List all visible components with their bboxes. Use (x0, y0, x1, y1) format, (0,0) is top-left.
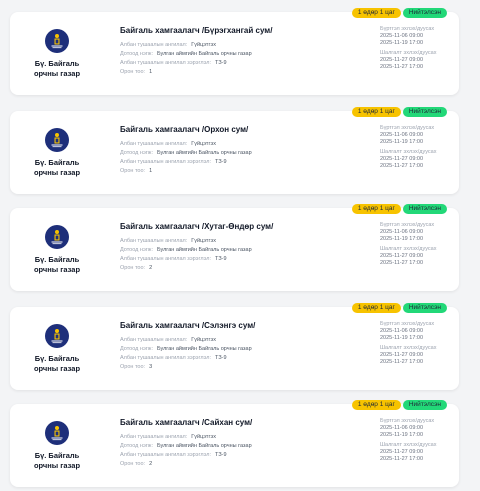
registration-end: 2025-11-19 17:00 (380, 432, 424, 438)
count-row: Орон тоо: 1 (120, 69, 153, 75)
exam-label: Шалгалт эхлэх/дуусах (380, 345, 437, 351)
rank-row: Албан тушаалын ангилал зэрэглэл: ТЗ-9 (120, 256, 227, 262)
registration-label: Бүртгэл эхлэх/дуусах (380, 125, 435, 131)
organization-name: Бү. Байгаль орчны газар (33, 158, 81, 177)
count-row: Орон тоо: 2 (120, 265, 153, 271)
card-badges: 1 өдөр 1 цаг Нийтэлсэн (351, 400, 447, 410)
rank-row: Албан тушаалын ангилал зэрэглэл: ТЗ-9 (120, 452, 227, 458)
job-title[interactable]: Байгаль хамгаалагч /Сэлэнгэ сум/ (120, 321, 255, 330)
status-badge: Нийтэлсэн (402, 303, 447, 313)
job-details: Албан тушаалын ангилал: Гүйцэтгэх Дотоод … (120, 336, 252, 372)
emblem-icon (45, 421, 69, 445)
organization-name: Бү. Байгаль орчны газар (33, 451, 81, 470)
job-card[interactable]: 1 өдөр 1 цаг Нийтэлсэн Бү. Байгаль орчны… (10, 204, 459, 291)
rank-row: Албан тушаалын ангилал зэрэглэл: ТЗ-9 (120, 159, 227, 165)
time-left-badge: 1 өдөр 1 цаг (351, 8, 401, 18)
emblem-icon (45, 29, 69, 53)
job-title[interactable]: Байгаль хамгаалагч /Орхон сум/ (120, 125, 248, 134)
exam-label: Шалгалт эхлэх/дуусах (380, 442, 437, 448)
exam-start: 2025-11-27 09:00 (380, 156, 424, 162)
count-row: Орон тоо: 3 (120, 364, 153, 370)
organization-name: Бү. Байгаль орчны газар (33, 59, 81, 78)
job-details: Албан тушаалын ангилал: Гүйцэтгэх Дотоод … (120, 237, 252, 273)
status-badge: Нийтэлсэн (402, 204, 447, 214)
registration-end: 2025-11-19 17:00 (380, 236, 424, 242)
card-badges: 1 өдөр 1 цаг Нийтэлсэн (351, 8, 447, 18)
unit-row: Дотоод нэгж: Булган аймгийн Байгаль орчны… (120, 51, 252, 57)
exam-start: 2025-11-27 09:00 (380, 449, 424, 455)
registration-label: Бүртгэл эхлэх/дуусах (380, 26, 435, 32)
exam-start: 2025-11-27 09:00 (380, 352, 424, 358)
job-card[interactable]: 1 өдөр 1 цаг Нийтэлсэн Бү. Байгаль орчны… (10, 400, 459, 487)
registration-start: 2025-11-06 09:00 (380, 132, 424, 138)
job-details: Албан тушаалын ангилал: Гүйцэтгэх Дотоод … (120, 140, 252, 176)
job-details: Албан тушаалын ангилал: Гүйцэтгэх Дотоод … (120, 41, 252, 77)
organization-name: Бү. Байгаль орчны газар (33, 354, 81, 373)
staff-type-row: Албан тушаалын ангилал: Гүйцэтгэх (120, 141, 216, 147)
unit-row: Дотоод нэгж: Булган аймгийн Байгаль орчны… (120, 443, 252, 449)
emblem-icon (45, 225, 69, 249)
job-title[interactable]: Байгаль хамгаалагч /Сайхан сум/ (120, 418, 252, 427)
schedule: Бүртгэл эхлэх/дуусах 2025-11-06 09:00 20… (380, 222, 436, 267)
registration-label: Бүртгэл эхлэх/дуусах (380, 321, 435, 327)
card-badges: 1 өдөр 1 цаг Нийтэлсэн (351, 107, 447, 117)
emblem-icon (45, 128, 69, 152)
rank-row: Албан тушаалын ангилал зэрэглэл: ТЗ-9 (120, 60, 227, 66)
job-card[interactable]: 1 өдөр 1 цаг Нийтэлсэн Бү. Байгаль орчны… (10, 303, 459, 390)
registration-start: 2025-11-06 09:00 (380, 425, 424, 431)
staff-type-row: Албан тушаалын ангилал: Гүйцэтгэх (120, 337, 216, 343)
exam-end: 2025-11-27 17:00 (380, 456, 424, 462)
staff-type-row: Албан тушаалын ангилал: Гүйцэтгэх (120, 434, 216, 440)
registration-label: Бүртгэл эхлэх/дуусах (380, 222, 435, 228)
organization-name: Бү. Байгаль орчны газар (33, 255, 81, 274)
job-card[interactable]: 1 өдөр 1 цаг Нийтэлсэн Бү. Байгаль орчны… (10, 107, 459, 194)
exam-end: 2025-11-27 17:00 (380, 64, 424, 70)
schedule: Бүртгэл эхлэх/дуусах 2025-11-06 09:00 20… (380, 418, 436, 463)
unit-row: Дотоод нэгж: Булган аймгийн Байгаль орчны… (120, 247, 252, 253)
registration-end: 2025-11-19 17:00 (380, 139, 424, 145)
registration-start: 2025-11-06 09:00 (380, 328, 424, 334)
card-badges: 1 өдөр 1 цаг Нийтэлсэн (351, 303, 447, 313)
exam-label: Шалгалт эхлэх/дуусах (380, 50, 437, 56)
status-badge: Нийтэлсэн (402, 400, 447, 410)
unit-row: Дотоод нэгж: Булган аймгийн Байгаль орчны… (120, 150, 252, 156)
count-row: Орон тоо: 1 (120, 168, 153, 174)
registration-label: Бүртгэл эхлэх/дуусах (380, 418, 435, 424)
registration-start: 2025-11-06 09:00 (380, 33, 424, 39)
exam-start: 2025-11-27 09:00 (380, 253, 424, 259)
exam-end: 2025-11-27 17:00 (380, 359, 424, 365)
registration-end: 2025-11-19 17:00 (380, 335, 424, 341)
time-left-badge: 1 өдөр 1 цаг (351, 107, 401, 117)
job-card[interactable]: 1 өдөр 1 цаг Нийтэлсэн Бү. Байгаль орчны… (10, 8, 459, 95)
job-details: Албан тушаалын ангилал: Гүйцэтгэх Дотоод … (120, 433, 252, 469)
unit-row: Дотоод нэгж: Булган аймгийн Байгаль орчны… (120, 346, 252, 352)
emblem-icon (45, 324, 69, 348)
rank-row: Албан тушаалын ангилал зэрэглэл: ТЗ-9 (120, 355, 227, 361)
exam-label: Шалгалт эхлэх/дуусах (380, 149, 437, 155)
time-left-badge: 1 өдөр 1 цаг (351, 400, 401, 410)
time-left-badge: 1 өдөр 1 цаг (351, 303, 401, 313)
exam-end: 2025-11-27 17:00 (380, 260, 424, 266)
schedule: Бүртгэл эхлэх/дуусах 2025-11-06 09:00 20… (380, 321, 436, 366)
status-badge: Нийтэлсэн (402, 107, 447, 117)
schedule: Бүртгэл эхлэх/дуусах 2025-11-06 09:00 20… (380, 125, 436, 170)
status-badge: Нийтэлсэн (402, 8, 447, 18)
schedule: Бүртгэл эхлэх/дуусах 2025-11-06 09:00 20… (380, 26, 436, 71)
exam-end: 2025-11-27 17:00 (380, 163, 424, 169)
registration-end: 2025-11-19 17:00 (380, 40, 424, 46)
count-row: Орон тоо: 2 (120, 461, 153, 467)
job-title[interactable]: Байгаль хамгаалагч /Бүрэгхангай сум/ (120, 26, 272, 35)
time-left-badge: 1 өдөр 1 цаг (351, 204, 401, 214)
card-badges: 1 өдөр 1 цаг Нийтэлсэн (351, 204, 447, 214)
registration-start: 2025-11-06 09:00 (380, 229, 424, 235)
staff-type-row: Албан тушаалын ангилал: Гүйцэтгэх (120, 42, 216, 48)
staff-type-row: Албан тушаалын ангилал: Гүйцэтгэх (120, 238, 216, 244)
exam-start: 2025-11-27 09:00 (380, 57, 424, 63)
exam-label: Шалгалт эхлэх/дуусах (380, 246, 437, 252)
job-title[interactable]: Байгаль хамгаалагч /Хутаг-Өндөр сум/ (120, 222, 273, 231)
